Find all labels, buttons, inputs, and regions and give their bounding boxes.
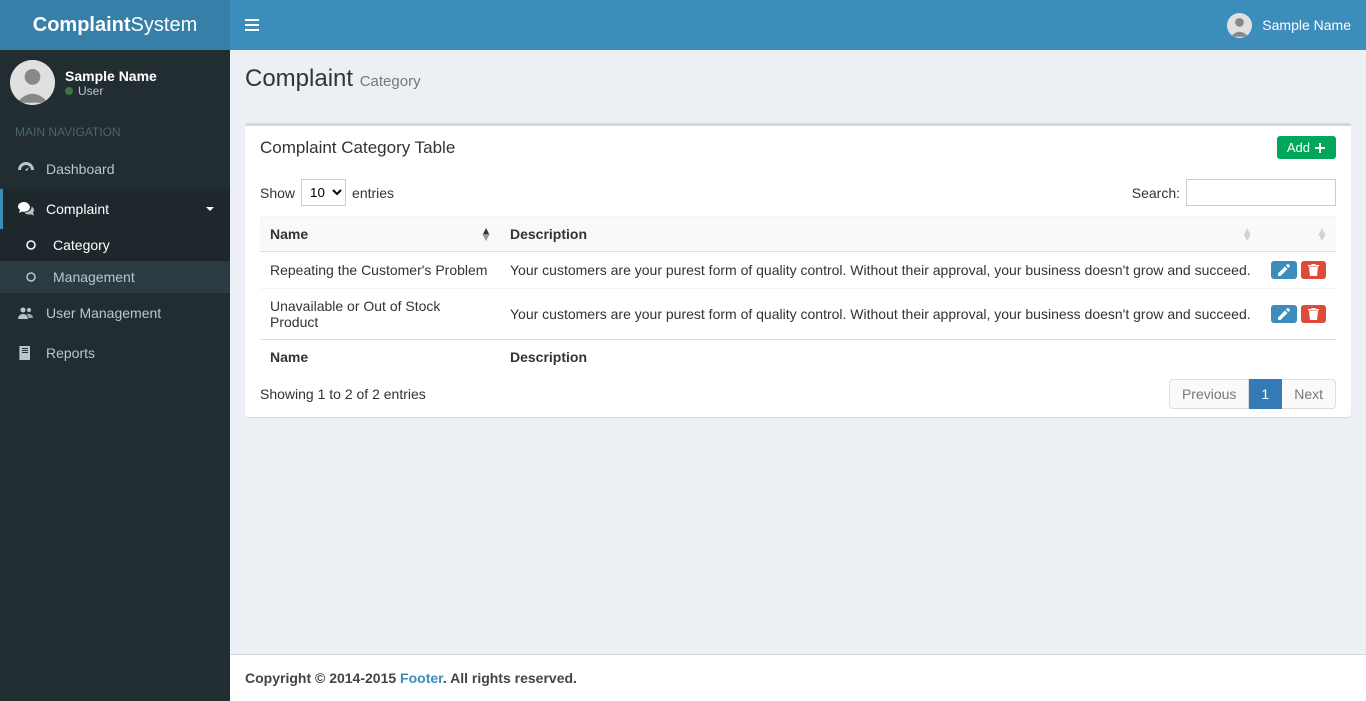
sidebar-item-user-management[interactable]: User Management [0, 293, 230, 333]
content-wrapper: Complaint Category Complaint Category Ta… [230, 50, 1366, 654]
edit-button[interactable] [1271, 305, 1297, 323]
complaint-category-table: Name ▲▼ Description ▲▼ ▲▼ [260, 216, 1336, 374]
edit-icon [1278, 308, 1290, 320]
content-header: Complaint Category [230, 50, 1366, 108]
search-filter: Search: [1132, 179, 1336, 206]
box-title: Complaint Category Table [260, 138, 455, 158]
delete-button[interactable] [1301, 305, 1326, 323]
book-icon [18, 346, 38, 360]
navbar-user-menu[interactable]: Sample Name [1227, 13, 1351, 38]
sidebar-user-status: User [65, 84, 157, 98]
search-input[interactable] [1186, 179, 1336, 206]
table-row: Unavailable or Out of Stock Product Your… [260, 289, 1336, 340]
bars-icon [245, 18, 259, 32]
logo[interactable]: ComplaintSystem [0, 0, 230, 50]
delete-button[interactable] [1301, 261, 1326, 279]
cell-name: Repeating the Customer's Problem [260, 252, 500, 289]
add-button[interactable]: Add [1277, 136, 1336, 159]
footer-name: Name [260, 340, 500, 375]
footer-description: Description [500, 340, 1261, 375]
sidebar-item-management[interactable]: Management [0, 261, 230, 293]
online-status-icon [65, 87, 73, 95]
dashboard-icon [18, 162, 38, 176]
cell-name: Unavailable or Out of Stock Product [260, 289, 500, 340]
edit-button[interactable] [1271, 261, 1297, 279]
sidebar-toggle[interactable] [245, 18, 259, 32]
sidebar-item-dashboard[interactable]: Dashboard [0, 149, 230, 189]
sort-asc-icon: ▲▼ [480, 228, 492, 240]
sidebar-item-label: Management [53, 269, 135, 285]
trash-icon [1308, 308, 1319, 320]
circle-o-icon [25, 239, 45, 251]
cell-description: Your customers are your purest form of q… [500, 252, 1261, 289]
column-header-name[interactable]: Name ▲▼ [260, 217, 500, 252]
navbar: Sample Name [230, 0, 1366, 50]
avatar [1227, 13, 1252, 38]
plus-icon [1314, 142, 1326, 154]
chevron-down-icon [205, 204, 215, 214]
sidebar-user-name: Sample Name [65, 68, 157, 84]
sidebar-item-category[interactable]: Category [0, 229, 230, 261]
edit-icon [1278, 264, 1290, 276]
pagination: Previous 1 Next [1169, 386, 1336, 402]
circle-o-icon [25, 271, 45, 283]
sidebar-item-label: Dashboard [46, 161, 115, 177]
sidebar-nav-header: MAIN NAVIGATION [0, 115, 230, 149]
sidebar-item-label: Category [53, 237, 110, 253]
avatar [10, 60, 55, 105]
navbar-user-name: Sample Name [1262, 17, 1351, 33]
brand-bold: Complaint [33, 14, 131, 36]
sidebar: Sample Name User MAIN NAVIGATION Dashboa… [0, 50, 230, 701]
box: Complaint Category Table Add Show 10 [245, 123, 1351, 417]
column-header-actions[interactable]: ▲▼ [1261, 217, 1336, 252]
sidebar-item-label: User Management [46, 305, 161, 321]
entries-length: Show 10 entries [260, 179, 394, 206]
entries-select[interactable]: 10 [301, 179, 346, 206]
pagination-next[interactable]: Next [1282, 379, 1336, 409]
sidebar-item-label: Reports [46, 345, 95, 361]
trash-icon [1308, 264, 1319, 276]
column-header-description[interactable]: Description ▲▼ [500, 217, 1261, 252]
comments-icon [18, 202, 38, 216]
users-icon [18, 306, 38, 320]
main-header: ComplaintSystem Sample Name [0, 0, 1366, 50]
sidebar-item-reports[interactable]: Reports [0, 333, 230, 373]
table-row: Repeating the Customer's Problem Your cu… [260, 252, 1336, 289]
cell-description: Your customers are your purest form of q… [500, 289, 1261, 340]
brand-light: System [131, 14, 198, 36]
page-title: Complaint Category [245, 65, 1351, 93]
sidebar-user-panel: Sample Name User [0, 50, 230, 115]
sidebar-item-complaint[interactable]: Complaint [0, 189, 230, 229]
pagination-page-1[interactable]: 1 [1249, 379, 1282, 409]
footer: Copyright © 2014-2015 Footer. All rights… [230, 654, 1366, 701]
sort-icon: ▲▼ [1241, 228, 1253, 240]
table-info: Showing 1 to 2 of 2 entries [260, 386, 426, 402]
pagination-prev[interactable]: Previous [1169, 379, 1249, 409]
sidebar-item-label: Complaint [46, 201, 109, 217]
page-subtitle: Category [360, 73, 421, 90]
sort-icon: ▲▼ [1316, 228, 1328, 240]
footer-link[interactable]: Footer [400, 670, 443, 686]
